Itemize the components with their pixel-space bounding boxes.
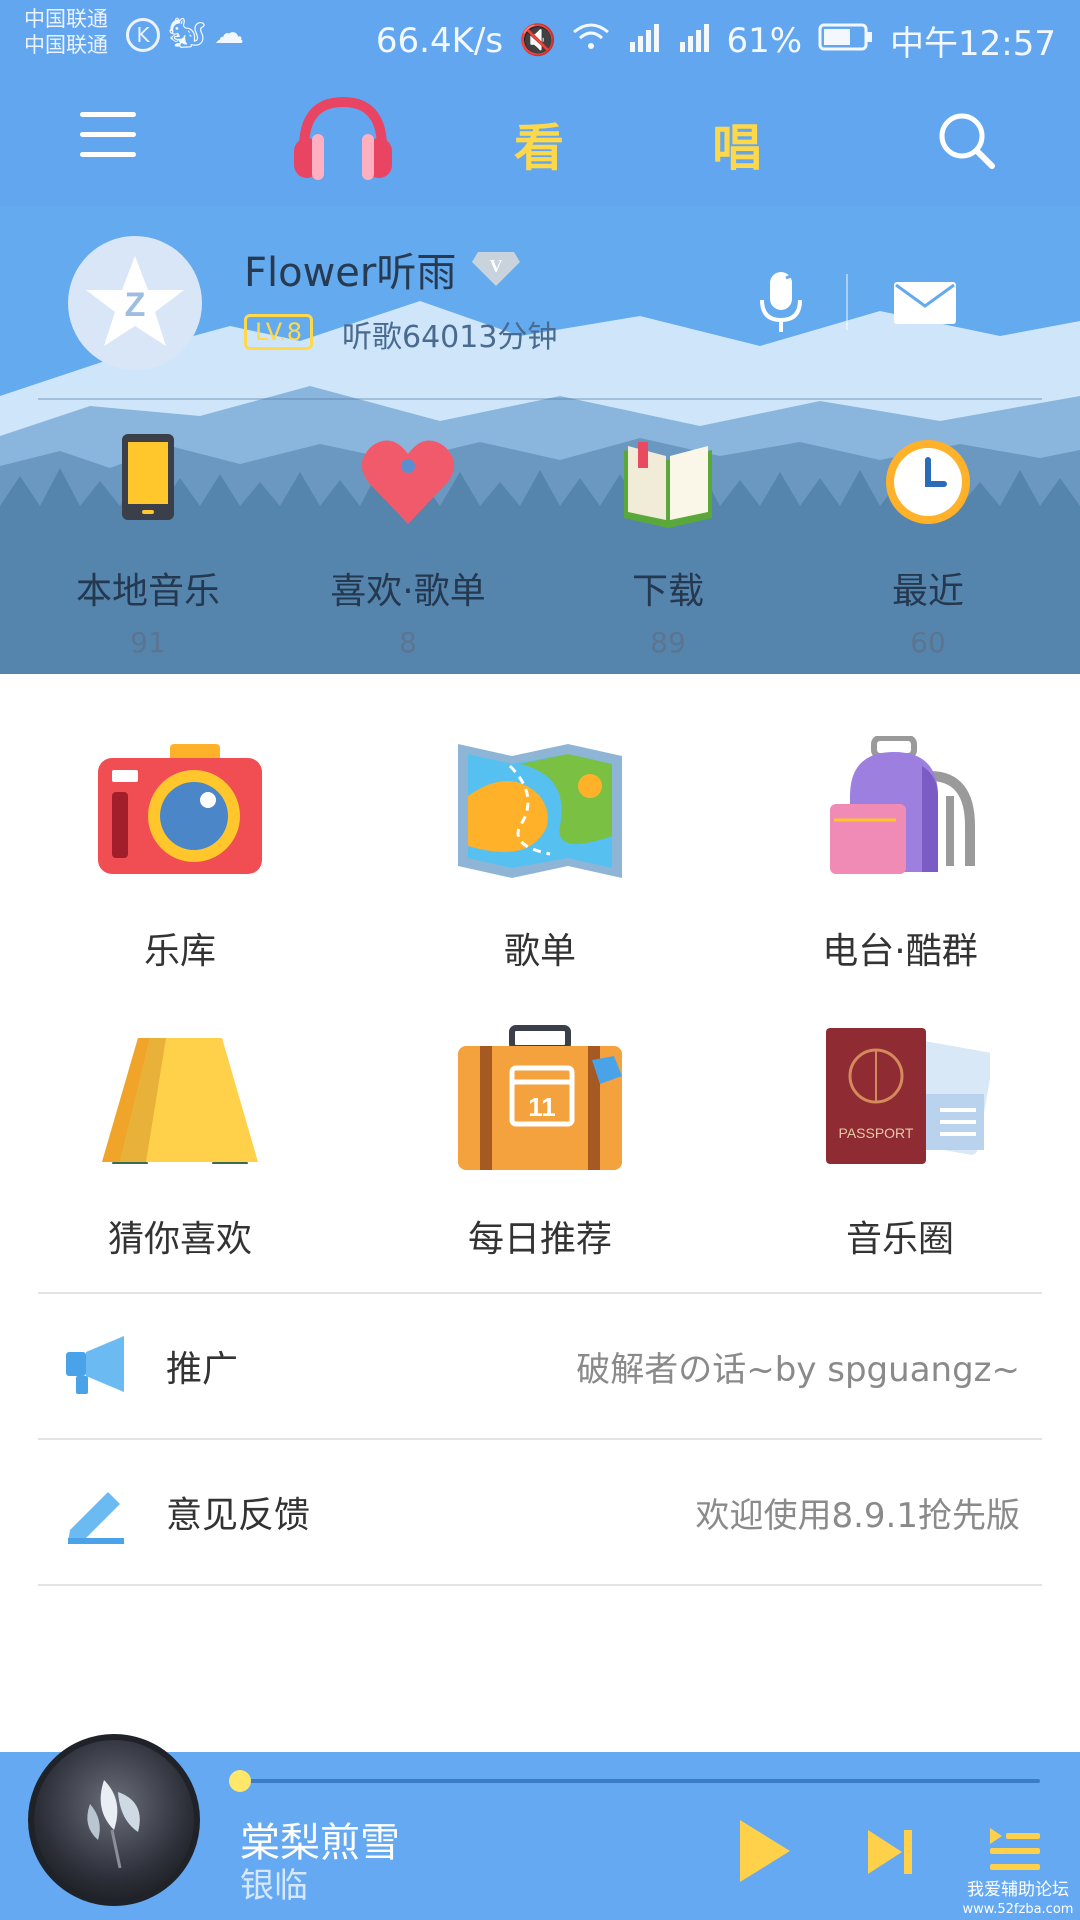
- profile-divider: [38, 398, 1042, 400]
- list-label: 推广: [166, 1349, 239, 1390]
- grid-music-circle[interactable]: PASSPORT 音乐圈: [750, 1024, 1050, 1262]
- playlist-icon[interactable]: [990, 1828, 1040, 1874]
- signal-3g-icon: [676, 21, 710, 61]
- grid-label: 电台·酷群: [822, 931, 978, 972]
- avatar[interactable]: Z: [68, 236, 202, 370]
- progress-knob[interactable]: [229, 1770, 251, 1792]
- header-divider: [846, 274, 848, 330]
- camera-icon: [90, 736, 270, 886]
- shortcut-recent[interactable]: 最近 60: [828, 432, 1028, 659]
- search-icon[interactable]: [936, 110, 998, 172]
- grid-label: 每日推荐: [467, 1219, 612, 1260]
- tab-watch[interactable]: 看: [514, 108, 564, 180]
- uc-notification-icon: 🐿: [168, 16, 207, 51]
- status-right: 66.4K/s 🔇 61% 中午12:57: [376, 16, 1056, 65]
- svg-text:Z: Z: [125, 286, 146, 324]
- megaphone-icon: [64, 1334, 128, 1398]
- shortcut-favorites[interactable]: 喜欢·歌单 8: [308, 432, 508, 659]
- mute-icon: 🔇: [519, 23, 557, 58]
- grid-label: 猜你喜欢: [107, 1219, 252, 1260]
- book-icon: [618, 432, 718, 532]
- mail-icon[interactable]: [894, 282, 956, 324]
- clock-icon: [878, 432, 978, 532]
- shortcut-count: 60: [910, 626, 946, 659]
- diamond-vip-icon[interactable]: V: [470, 248, 522, 288]
- shortcut-download[interactable]: 下载 89: [568, 432, 768, 659]
- grid-music-library[interactable]: 乐库: [30, 736, 330, 974]
- signal-4g-icon: [626, 21, 660, 61]
- carrier-1: 中国联通: [24, 7, 108, 31]
- watermark: 我爱辅助论坛 www.52fzba.com: [958, 1880, 1078, 1920]
- shortcut-local-music[interactable]: 本地音乐 91: [48, 432, 248, 659]
- grid-label: 歌单: [503, 931, 576, 972]
- list-value: 欢迎使用8.9.1抢先版: [695, 1496, 1020, 1536]
- watermark-line-1: 我爱辅助论坛: [967, 1880, 1069, 1900]
- divider: [38, 1584, 1042, 1586]
- watermark-line-2: www.52fzba.com: [962, 1902, 1074, 1917]
- battery-percent: 61%: [726, 20, 803, 61]
- microphone-icon[interactable]: [756, 270, 806, 334]
- list-item-promotion[interactable]: 推广 破解者の话~by spguangz~: [38, 1294, 1042, 1438]
- weather-icon: ☁: [214, 16, 244, 51]
- listen-time: 听歌64013分钟: [342, 320, 558, 355]
- wifi-icon: [572, 22, 610, 60]
- app-notification-icon: K: [126, 18, 160, 52]
- shortcut-label: 喜欢·歌单: [330, 571, 486, 612]
- song-artist[interactable]: 银临: [240, 1858, 308, 1907]
- list-value: 破解者の话~by spguangz~: [576, 1350, 1020, 1390]
- shortcut-count: 89: [650, 626, 686, 659]
- net-speed: 66.4K/s: [375, 20, 504, 61]
- suitcase-date: 11: [528, 1092, 556, 1122]
- menu-icon[interactable]: [80, 112, 136, 158]
- shortcut-count: 91: [130, 626, 166, 659]
- grid-label: 音乐圈: [845, 1219, 954, 1260]
- play-icon[interactable]: [736, 1818, 792, 1884]
- album-cover[interactable]: [28, 1734, 200, 1906]
- shortcut-label: 本地音乐: [75, 571, 220, 612]
- list-label: 意见反馈: [166, 1495, 311, 1536]
- passport-label: PASSPORT: [839, 1125, 914, 1141]
- shortcut-label: 下载: [631, 571, 704, 612]
- shortcut-label: 最近: [891, 571, 964, 612]
- tab-sing[interactable]: 唱: [712, 108, 762, 180]
- pencil-icon: [64, 1480, 128, 1544]
- phone-icon: [98, 432, 198, 532]
- svg-text:V: V: [490, 256, 503, 276]
- carrier-2: 中国联通: [24, 33, 108, 57]
- username[interactable]: Flower听雨: [244, 240, 456, 298]
- grid-label: 乐库: [143, 931, 216, 972]
- shortcut-count: 8: [399, 626, 417, 659]
- battery-icon: [818, 21, 874, 61]
- level-badge: LV.8: [244, 314, 313, 350]
- grid-daily-recommend[interactable]: 11 每日推荐: [390, 1024, 690, 1262]
- tab-listen-headphone-icon[interactable]: [290, 96, 396, 182]
- clock-time: 中午12:57: [890, 24, 1056, 64]
- suitcase-icon: 11: [450, 1024, 630, 1174]
- heart-icon: [358, 432, 458, 532]
- map-icon: [450, 736, 630, 886]
- grid-radio[interactable]: 电台·酷群: [750, 735, 1050, 974]
- list-item-feedback[interactable]: 意见反馈 欢迎使用8.9.1抢先版: [38, 1440, 1042, 1584]
- next-icon[interactable]: [866, 1828, 914, 1876]
- tent-icon: [90, 1024, 270, 1174]
- passport-icon: PASSPORT: [810, 1024, 994, 1174]
- progress-track[interactable]: [240, 1779, 1040, 1783]
- backpack-icon: [810, 735, 990, 886]
- grid-guess-you-like[interactable]: 猜你喜欢: [30, 1024, 330, 1262]
- grid-playlist[interactable]: 歌单: [390, 736, 690, 974]
